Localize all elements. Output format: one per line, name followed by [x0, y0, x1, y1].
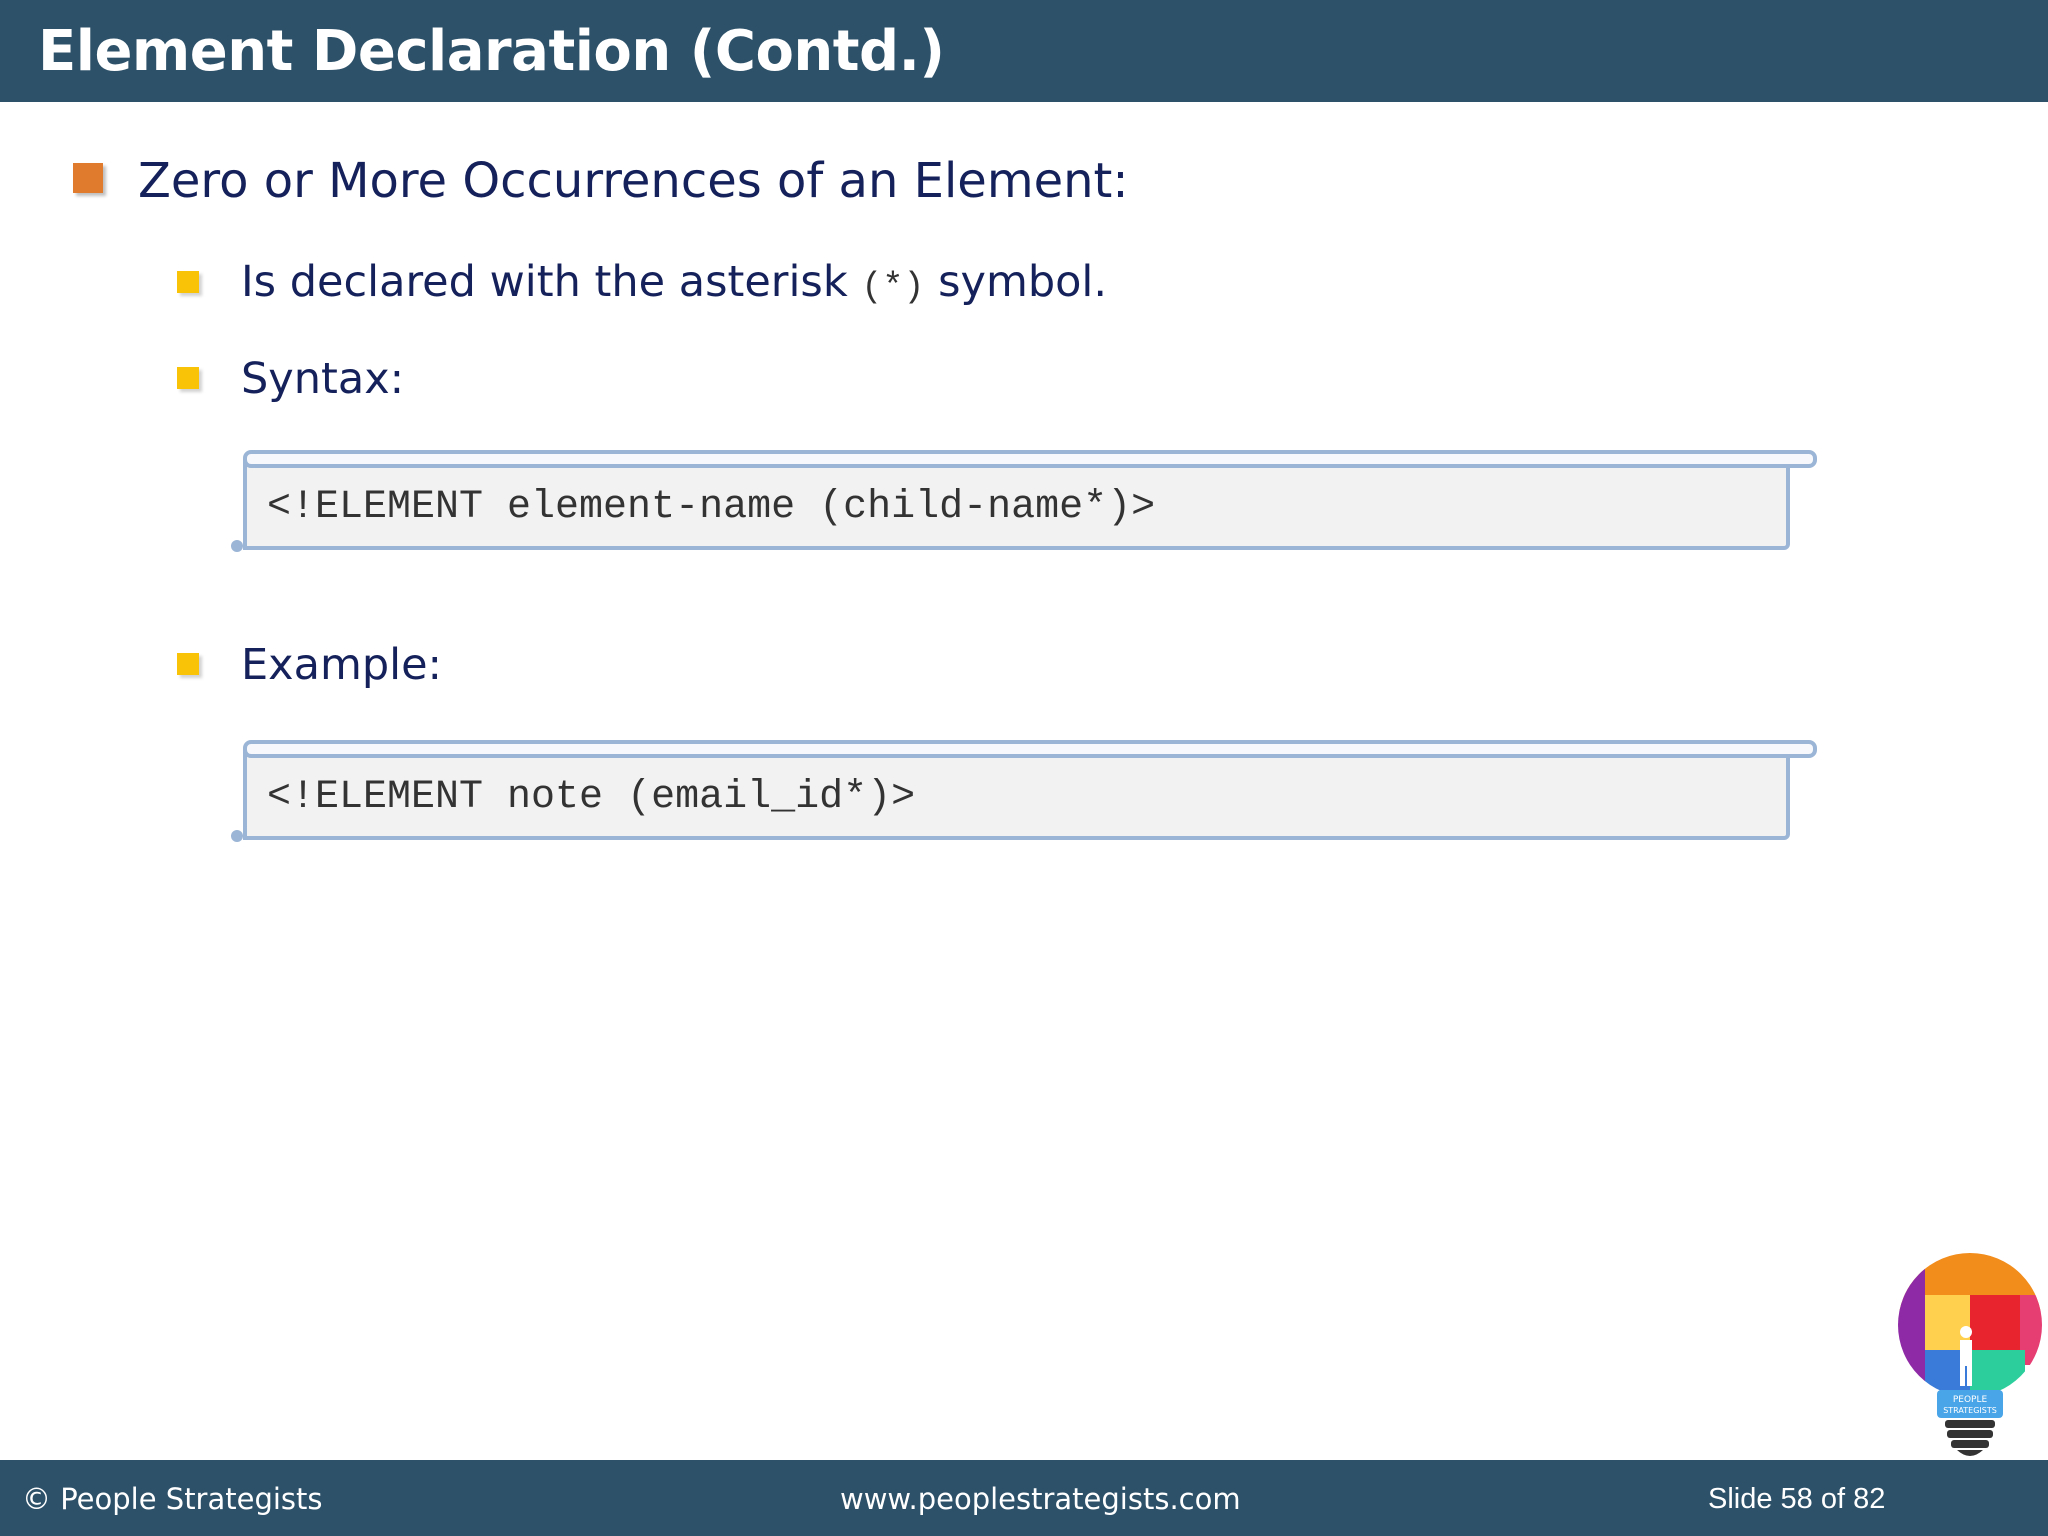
syntax-code-box: <!ELEMENT element-name (child-name*)> [231, 450, 1817, 552]
scroll-curl-decoration [231, 830, 243, 842]
declared-prefix-text: Is declared with the asterisk [241, 257, 862, 307]
logo-text-line1: PEOPLE [1953, 1395, 1988, 1405]
main-bullet-text: Zero or More Occurrences of an Element: [138, 153, 1129, 209]
slide-counter: Slide 58 of 82 [1708, 1483, 1886, 1515]
scroll-decoration [243, 740, 1817, 758]
declared-suffix-text: symbol. [924, 257, 1108, 307]
syntax-code: <!ELEMENT element-name (child-name*)> [267, 485, 1156, 530]
logo-text-line2: STRATEGISTS [1943, 1406, 1997, 1415]
syntax-label: Syntax: [241, 354, 405, 404]
lightbulb-puzzle-logo-icon: PEOPLE STRATEGISTS [1898, 1253, 2042, 1456]
footer-copyright: © People Strategists [22, 1482, 323, 1516]
scroll-curl-decoration [231, 540, 243, 552]
example-label: Example: [241, 640, 443, 690]
example-code: <!ELEMENT note (email_id*)> [267, 775, 916, 820]
sub-bullet-declared: Is declared with the asterisk (*) symbol… [241, 254, 1107, 315]
sub-bullet-icon [177, 271, 199, 293]
example-code-box: <!ELEMENT note (email_id*)> [231, 740, 1817, 842]
footer-bar: © People Strategists www.peoplestrategis… [0, 1460, 2048, 1536]
asterisk-code-text: (*) [861, 267, 925, 307]
title-bar: Element Declaration (Contd.) [0, 0, 2048, 102]
main-bullet-icon [73, 163, 103, 193]
sub-bullet-icon [177, 367, 199, 389]
footer-website: www.peoplestrategists.com [840, 1482, 1241, 1516]
sub-bullet-icon [177, 653, 199, 675]
scroll-decoration [243, 450, 1817, 468]
slide-title: Element Declaration (Contd.) [38, 19, 945, 84]
